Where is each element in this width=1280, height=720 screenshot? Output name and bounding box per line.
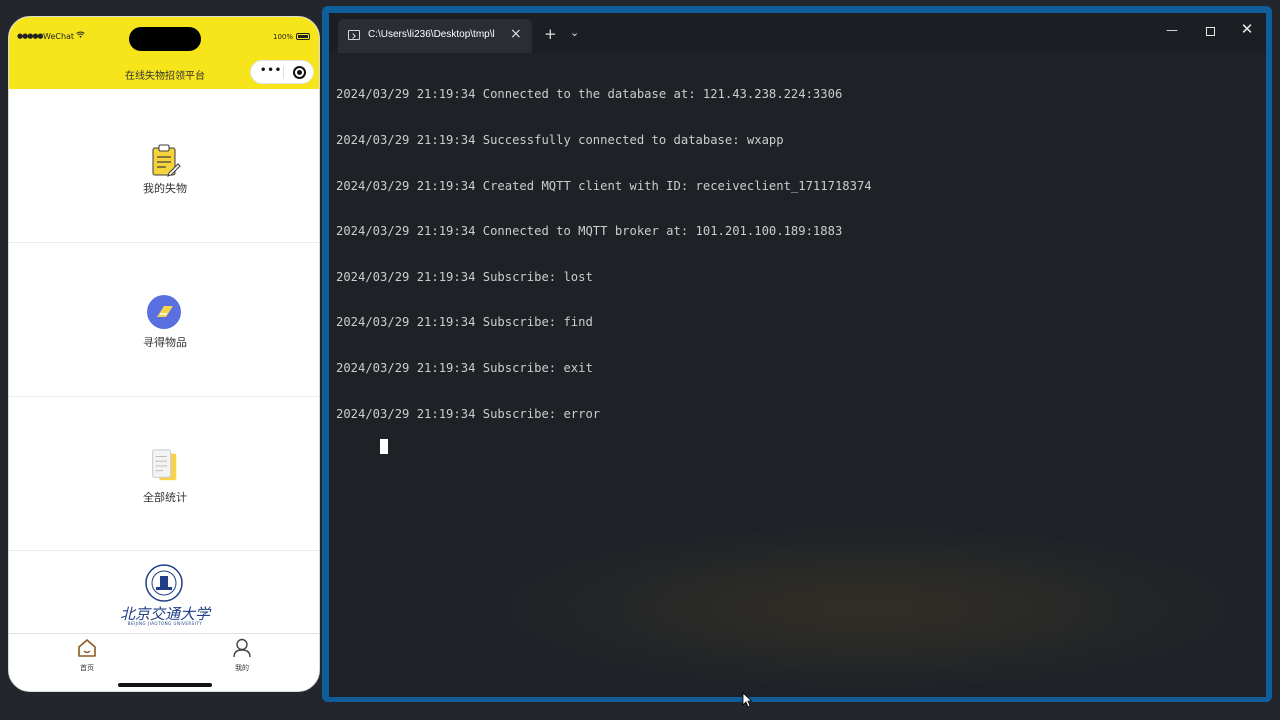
user-icon — [233, 638, 251, 658]
wifi-icon — [76, 31, 85, 40]
university-logo-subtext: BEIJING JIAOTONG UNIVERSITY — [127, 621, 203, 626]
tab-home-label: 首页 — [80, 664, 94, 672]
console-line: 2024/03/29 21:19:34 Connected to MQTT br… — [336, 224, 843, 239]
terminal-tab-title: C:\Users\li236\Desktop\tmp\l — [368, 29, 495, 40]
mouse-pointer-icon — [742, 692, 752, 708]
console-line: 2024/03/29 21:19:34 Subscribe: error — [336, 406, 601, 421]
terminal-window: C:\Users\li236\Desktop\tmp\l × + ⌄ — ✕ 2… — [322, 6, 1272, 702]
new-tab-button[interactable]: + — [544, 25, 557, 43]
menu-item-found[interactable]: 寻得物品 — [9, 243, 319, 397]
menu-item-label: 寻得物品 — [143, 336, 187, 349]
tab-mine[interactable]: 我的 — [212, 638, 272, 676]
terminal-titlebar[interactable]: C:\Users\li236\Desktop\tmp\l × + ⌄ — ✕ — [329, 13, 1266, 53]
menu-item-label: 全部统计 — [143, 491, 187, 504]
home-indicator[interactable] — [118, 683, 212, 687]
menu-item-my-lost[interactable]: 我的失物 — [9, 89, 319, 243]
wechat-mini-program: ●●●●● WeChat 100% 在线失物招领平台 ••• 我的失物 寻得物品… — [8, 16, 320, 692]
menu-item-statistics[interactable]: 全部统计 — [9, 397, 319, 551]
console-output[interactable]: 2024/03/29 21:19:34 Connected to the dat… — [336, 57, 1256, 687]
university-seal-icon — [145, 564, 183, 602]
found-item-icon — [147, 295, 181, 329]
mini-program-capsule[interactable]: ••• — [250, 60, 314, 84]
console-line: 2024/03/29 21:19:34 Subscribe: find — [336, 315, 593, 330]
close-tab-icon[interactable]: × — [510, 26, 522, 42]
battery-percentage: 100% — [273, 33, 294, 41]
minimize-button[interactable]: — — [1160, 23, 1184, 45]
maximize-button[interactable] — [1198, 21, 1222, 43]
university-logo: 北京交通大学 BEIJING JIAOTONG UNIVERSITY — [9, 560, 319, 636]
phone-header: ●●●●● WeChat 100% 在线失物招领平台 ••• — [9, 17, 319, 89]
tab-home[interactable]: 首页 — [57, 638, 117, 676]
close-target-icon[interactable] — [293, 66, 306, 79]
carrier-label: WeChat — [43, 32, 75, 41]
console-line: 2024/03/29 21:19:34 Subscribe: exit — [336, 361, 593, 376]
close-window-button[interactable]: ✕ — [1235, 20, 1259, 42]
status-bar: ●●●●● WeChat 100% — [9, 27, 319, 51]
dynamic-island — [129, 27, 201, 51]
menu-item-label: 我的失物 — [143, 182, 187, 195]
chevron-down-icon[interactable]: ⌄ — [570, 26, 579, 39]
text-cursor — [380, 439, 389, 455]
document-stack-icon — [152, 449, 177, 481]
battery-icon — [296, 33, 310, 40]
terminal-icon — [348, 30, 360, 40]
home-icon — [78, 639, 96, 657]
terminal-body: C:\Users\li236\Desktop\tmp\l × + ⌄ — ✕ 2… — [329, 13, 1266, 697]
tab-mine-label: 我的 — [235, 664, 249, 672]
console-line: 2024/03/29 21:19:34 Subscribe: lost — [336, 269, 593, 284]
console-line: 2024/03/29 21:19:34 Successfully connect… — [336, 133, 784, 148]
terminal-tab[interactable]: C:\Users\li236\Desktop\tmp\l × — [338, 19, 532, 53]
console-line: 2024/03/29 21:19:34 Connected to the dat… — [336, 87, 843, 102]
clipboard-icon — [152, 144, 181, 177]
capsule-divider — [283, 66, 284, 79]
signal-icon: ●●●●● — [17, 32, 44, 40]
console-line: 2024/03/29 21:19:34 Created MQTT client … — [336, 178, 872, 193]
more-icon[interactable]: ••• — [260, 65, 282, 76]
